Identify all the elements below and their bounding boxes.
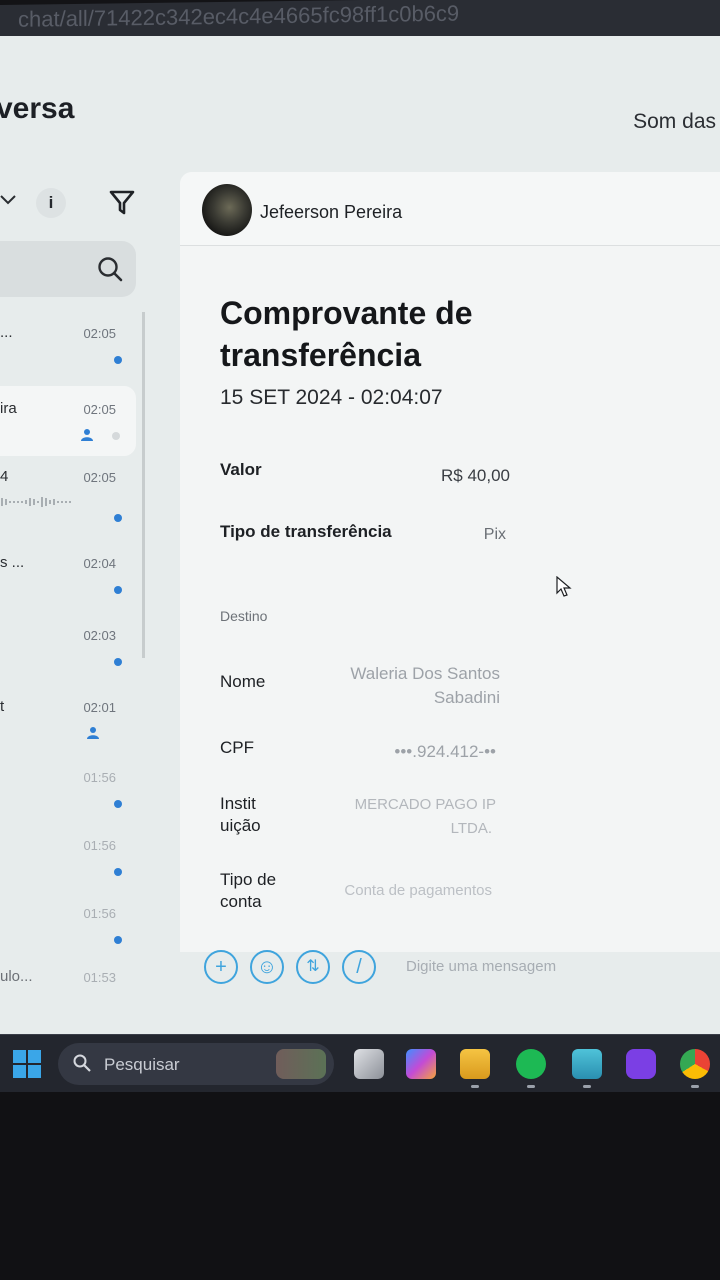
agent-assigned-icon bbox=[87, 727, 99, 739]
conversation-name: s ... bbox=[0, 554, 25, 571]
tipo-conta-value: Conta de pagamentos bbox=[344, 882, 492, 899]
url-text: chat/all/71422c342ec4c4e4665fc98ff1c0b6c… bbox=[18, 0, 460, 32]
unread-dot bbox=[114, 936, 122, 944]
unread-dot bbox=[114, 658, 122, 666]
valor-label: Valor bbox=[220, 460, 262, 479]
taskbar-search-label: Pesquisar bbox=[104, 1055, 180, 1074]
search-icon[interactable] bbox=[96, 255, 124, 283]
contact-name[interactable]: Jefeerson Pereira bbox=[260, 202, 402, 223]
mouse-cursor-icon bbox=[556, 576, 572, 597]
taskbar-search[interactable]: Pesquisar bbox=[58, 1043, 334, 1085]
conversation-time: 01:56 bbox=[83, 770, 116, 785]
unread-dot bbox=[114, 356, 122, 364]
list-item[interactable]: 01:56 bbox=[0, 890, 136, 960]
list-item[interactable]: 01:56 bbox=[0, 822, 136, 892]
message-input[interactable]: Digite uma mensagem bbox=[406, 958, 556, 975]
search-icon bbox=[73, 1054, 91, 1072]
windows-start-icon[interactable] bbox=[12, 1049, 42, 1079]
app-d-icon[interactable] bbox=[626, 1049, 656, 1079]
transfer-receipt: Comprovante de transferência 15 SET 2024… bbox=[180, 246, 720, 946]
instituicao-label-line2: uição bbox=[220, 816, 261, 835]
message-composer: + ☺ ⇅ / Digite uma mensagem bbox=[200, 946, 720, 990]
instituicao-label-line1: Instit bbox=[220, 794, 256, 813]
conversation-name: ulo... bbox=[0, 968, 33, 985]
file-explorer-icon[interactable] bbox=[460, 1049, 490, 1079]
nome-label: Nome bbox=[220, 672, 266, 691]
conversation-time: 02:03 bbox=[83, 628, 116, 643]
running-indicator bbox=[471, 1085, 479, 1088]
unread-dot bbox=[114, 514, 122, 522]
chat-panel: Jefeerson Pereira Comprovante de transfe… bbox=[180, 172, 720, 952]
task-view-icon[interactable] bbox=[354, 1049, 384, 1079]
transfer-button[interactable]: ⇅ bbox=[296, 950, 330, 984]
emoji-button[interactable]: ☺ bbox=[250, 950, 284, 984]
list-item[interactable]: ulo... 01:53 bbox=[0, 954, 136, 1024]
conversation-name: ... bbox=[0, 324, 13, 341]
agent-assigned-icon bbox=[81, 429, 93, 441]
chrome-icon[interactable] bbox=[680, 1049, 710, 1079]
list-item[interactable]: 01:56 bbox=[0, 754, 136, 824]
audio-waveform-icon bbox=[1, 497, 71, 507]
conversation-search[interactable] bbox=[0, 241, 136, 297]
instituicao-value-line2: LTDA. bbox=[450, 820, 492, 837]
app-title: versa bbox=[0, 92, 75, 125]
list-item[interactable]: 02:03 bbox=[0, 612, 136, 682]
cpf-value: •••.924.412-•• bbox=[394, 742, 496, 761]
conversation-name: 4 bbox=[0, 468, 9, 485]
receipt-date: 15 SET 2024 - 02:04:07 bbox=[220, 386, 443, 409]
list-item[interactable]: s ... 02:04 bbox=[0, 540, 136, 610]
nome-value-line2: Sabadini bbox=[433, 688, 500, 707]
nome-value-line1: Waleria Dos Santos bbox=[350, 664, 500, 683]
conversation-time: 02:05 bbox=[83, 402, 116, 417]
list-item[interactable]: t 02:01 bbox=[0, 684, 136, 754]
info-button[interactable]: i bbox=[36, 188, 66, 218]
conversation-time: 02:01 bbox=[83, 700, 116, 715]
unread-dot bbox=[114, 868, 122, 876]
tipo-conta-label-line2: conta bbox=[220, 892, 262, 911]
avatar[interactable] bbox=[202, 184, 252, 236]
running-indicator bbox=[691, 1085, 699, 1088]
copilot-icon[interactable] bbox=[406, 1049, 436, 1079]
monitor-bezel bbox=[0, 1092, 720, 1280]
chat-header: Jefeerson Pereira bbox=[180, 172, 720, 246]
status-dot bbox=[112, 432, 120, 440]
add-attachment-button[interactable]: + bbox=[204, 950, 238, 984]
running-indicator bbox=[527, 1085, 535, 1088]
list-item[interactable]: 4 02:05 bbox=[0, 454, 136, 524]
filter-icon[interactable] bbox=[108, 188, 136, 218]
conversation-name: t bbox=[0, 698, 5, 715]
notepad-icon[interactable] bbox=[572, 1049, 602, 1079]
list-item-selected[interactable]: ira 02:05 bbox=[0, 386, 136, 456]
tipo-value: Pix bbox=[483, 526, 506, 543]
windows-taskbar: Pesquisar bbox=[0, 1034, 720, 1092]
receipt-title: Comprovante de transferência bbox=[220, 295, 473, 373]
conversation-time: 01:53 bbox=[83, 970, 116, 985]
conversation-time: 02:04 bbox=[83, 556, 116, 571]
conversation-list: ... 02:05 ira 02:05 4 02:05 s ... 02:04 … bbox=[0, 310, 145, 1030]
valor-value: R$ 40,00 bbox=[441, 466, 510, 485]
conversation-time: 01:56 bbox=[83, 906, 116, 921]
unread-dot bbox=[114, 800, 122, 808]
tipo-label: Tipo de transferência bbox=[220, 522, 392, 541]
quick-reply-button[interactable]: / bbox=[342, 950, 376, 984]
tipo-conta-label-line1: Tipo de bbox=[220, 870, 277, 889]
conversation-time: 02:05 bbox=[83, 470, 116, 485]
conversation-time: 02:05 bbox=[83, 326, 116, 341]
conversation-list-tools: i bbox=[0, 186, 150, 226]
conversation-name: ira bbox=[0, 400, 17, 417]
running-indicator bbox=[583, 1085, 591, 1088]
search-highlight-icon bbox=[276, 1049, 326, 1079]
destino-label: Destino bbox=[220, 608, 268, 624]
chevron-down-icon[interactable] bbox=[0, 192, 16, 208]
conversation-time: 01:56 bbox=[83, 838, 116, 853]
list-item[interactable]: ... 02:05 bbox=[0, 310, 136, 380]
unread-dot bbox=[114, 586, 122, 594]
cpf-label: CPF bbox=[220, 738, 254, 757]
header-right-text[interactable]: Som das bbox=[633, 110, 716, 134]
spotify-icon[interactable] bbox=[516, 1049, 546, 1079]
instituicao-value-line1: MERCADO PAGO IP bbox=[354, 796, 496, 813]
